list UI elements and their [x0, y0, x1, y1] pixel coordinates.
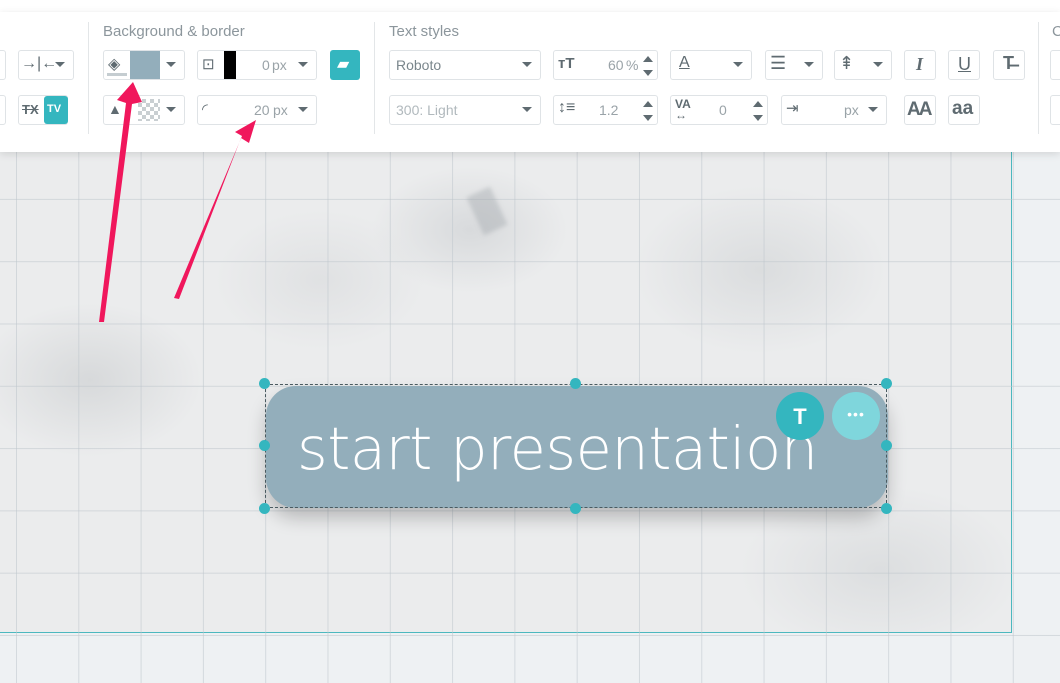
resize-handle-bottom-right[interactable]	[881, 503, 892, 514]
chevron-down-icon	[873, 62, 883, 67]
formatting-toolbar: →|← TX TV Background & border ◈ ⊡ 0 px ▰…	[0, 12, 1060, 152]
tv-toggle[interactable]: TV	[44, 96, 68, 124]
background-border-title: Background & border	[103, 23, 245, 40]
paint-bucket-icon: ◈	[108, 56, 121, 73]
lowercase-button[interactable]: aa	[948, 95, 980, 125]
border-width-value: 0	[262, 57, 270, 73]
section-divider	[374, 22, 375, 134]
toolbar-top-strip	[0, 0, 1060, 12]
text-type-badge[interactable]: T	[776, 392, 824, 440]
chevron-down-icon	[522, 107, 532, 112]
font-weight-select[interactable]: 300: Light	[389, 95, 541, 125]
font-family-select[interactable]: Roboto	[389, 50, 541, 80]
tv-label: TV	[47, 103, 62, 115]
border-style-icon: ⊡	[202, 56, 215, 73]
border-width-unit: px	[272, 57, 287, 73]
image-transparency-control[interactable]: ▲	[103, 95, 185, 125]
image-transparency-icon: ▲	[108, 101, 122, 117]
line-height-stepper[interactable]: ↕≡ 1.2	[553, 95, 658, 125]
chevron-down-icon	[166, 107, 176, 112]
line-spacing-icon: ⇞	[839, 53, 855, 73]
next-section-title: C	[1052, 23, 1060, 40]
border-color-swatch	[224, 51, 236, 79]
chevron-down-icon	[804, 62, 814, 67]
tx-label: TX	[22, 102, 39, 117]
italic-button[interactable]: I	[904, 50, 936, 80]
strikethrough-icon: T̶	[1003, 53, 1014, 73]
section-divider	[88, 22, 89, 134]
text-align-select[interactable]: ☰	[765, 50, 823, 80]
chevron-down-icon	[298, 107, 308, 112]
resize-handle-middle-right[interactable]	[881, 440, 892, 451]
corner-radius-icon: ◜	[202, 101, 208, 118]
word-spacing-control[interactable]: ⇥ px	[781, 95, 887, 125]
align-left-icon: ☰	[770, 53, 787, 73]
spacing-dropdown[interactable]: →|←	[18, 50, 74, 80]
uppercase-button[interactable]: AA	[904, 95, 936, 125]
resize-handle-top-right[interactable]	[881, 378, 892, 389]
text-color-icon: A	[679, 54, 690, 71]
word-spacing-icon: ⇥	[786, 100, 799, 117]
font-size-stepper[interactable]: тT 60 %	[553, 50, 658, 80]
font-weight-value: 300: Light	[396, 102, 458, 118]
resize-handle-middle-left[interactable]	[259, 440, 270, 451]
partial-control-left-bottom[interactable]	[0, 95, 6, 125]
spacing-icon: →|←	[21, 55, 58, 72]
more-icon: •••	[847, 406, 865, 422]
background-color-underline	[107, 73, 127, 76]
font-size-unit: %	[626, 57, 639, 73]
line-spacing-select[interactable]: ⇞	[834, 50, 892, 80]
resize-handle-top-center[interactable]	[570, 378, 581, 389]
italic-icon: I	[916, 54, 924, 74]
strikethrough-button[interactable]: T̶	[993, 50, 1025, 80]
chevron-down-icon	[298, 62, 308, 67]
underline-icon: U	[958, 54, 971, 74]
resize-handle-top-left[interactable]	[259, 378, 270, 389]
clear-format-button[interactable]: TX TV	[18, 95, 68, 125]
font-size-icon: тT	[558, 55, 575, 72]
resize-handle-bottom-center[interactable]	[570, 503, 581, 514]
stepper-arrows[interactable]	[753, 100, 763, 122]
letter-spacing-icon: VA ↔	[675, 97, 691, 122]
corner-radius-unit: px	[273, 102, 288, 118]
text-type-icon: T	[793, 404, 807, 429]
background-color-swatch	[130, 51, 160, 79]
chevron-down-icon	[733, 62, 743, 67]
text-effect-button[interactable]: ▰	[330, 50, 360, 80]
section-divider	[1038, 22, 1039, 134]
letter-spacing-stepper[interactable]: VA ↔ 0	[670, 95, 768, 125]
font-family-value: Roboto	[396, 57, 442, 73]
corner-radius-control[interactable]: ◜ 20 px	[197, 95, 317, 125]
stepper-arrows[interactable]	[643, 100, 653, 122]
underline-button[interactable]: U	[948, 50, 980, 80]
chevron-down-icon	[55, 62, 65, 67]
letter-spacing-value: 0	[719, 102, 727, 118]
text-effect-icon: ▰	[337, 56, 350, 73]
resize-handle-bottom-left[interactable]	[259, 503, 270, 514]
transparency-pattern	[138, 99, 160, 121]
font-size-value: 60	[608, 57, 624, 73]
chevron-down-icon	[166, 62, 176, 67]
uppercase-icon: AA	[907, 99, 932, 120]
lowercase-icon: aa	[952, 98, 974, 119]
text-styles-title: Text styles	[389, 23, 460, 40]
stepper-arrows[interactable]	[643, 55, 653, 77]
partial-control-right-bottom[interactable]	[1050, 95, 1060, 125]
background-color-picker[interactable]: ◈	[103, 50, 185, 80]
line-height-value: 1.2	[599, 102, 619, 118]
word-spacing-unit: px	[844, 102, 859, 118]
chevron-down-icon	[868, 107, 878, 112]
chevron-down-icon	[522, 62, 532, 67]
more-options-button[interactable]: •••	[832, 392, 880, 440]
border-width-control[interactable]: ⊡ 0 px	[197, 50, 317, 80]
partial-control-left-top[interactable]	[0, 50, 6, 80]
text-color-picker[interactable]: A	[670, 50, 752, 80]
partial-control-right-top[interactable]	[1050, 50, 1060, 80]
corner-radius-value: 20	[254, 102, 270, 118]
line-height-icon: ↕≡	[558, 99, 576, 116]
